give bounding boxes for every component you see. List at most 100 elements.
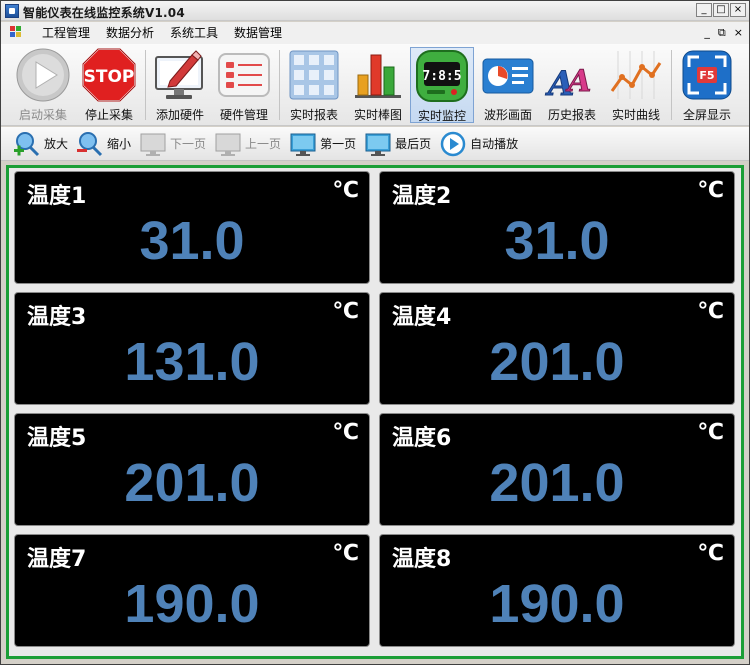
first-page-button[interactable]: 第一页 [289, 129, 356, 159]
meter-unit: ℃ [697, 420, 724, 445]
realtime-bar-button[interactable]: 实时棒图 [347, 47, 409, 123]
stop-capture-button[interactable]: STOP 停止采集 [77, 47, 141, 123]
start-capture-label: 启动采集 [18, 108, 67, 122]
zoom-out-button[interactable]: 缩小 [76, 129, 131, 159]
realtime-curve-label: 实时曲线 [611, 108, 660, 122]
meter-value: 31.0 [504, 211, 610, 271]
app-window: 智能仪表在线监控系统V1.04 _ □ × 工程管理 数据分析 系统工具 数据管… [0, 0, 750, 665]
realtime-report-label: 实时报表 [289, 108, 338, 122]
meter-name: 温度1 [27, 184, 87, 209]
prev-page-label: 上一页 [245, 137, 282, 151]
toolbar-separator [279, 50, 280, 120]
meter-unit: ℃ [332, 299, 359, 324]
realtime-report-button[interactable]: 实时报表 [283, 47, 345, 123]
close-button[interactable]: × [730, 3, 746, 17]
prev-page-button[interactable]: 上一页 [214, 129, 281, 159]
zoom-in-button[interactable]: 放大 [13, 129, 68, 159]
meter-name: 温度2 [392, 184, 452, 209]
zoom-out-icon [76, 130, 104, 158]
meter-name: 温度4 [392, 305, 452, 330]
meter-tile[interactable]: 温度3 ℃ 131.0 [14, 292, 370, 405]
menu-bar: 工程管理 数据分析 系统工具 数据管理 _ ⧉ × [1, 22, 749, 44]
svg-text:A: A [565, 64, 591, 99]
waveform-label: 波形画面 [483, 108, 532, 122]
history-report-label: 历史报表 [547, 108, 596, 122]
meter-value: 190.0 [489, 574, 625, 634]
meter-value: 201.0 [124, 453, 260, 513]
meter-tile[interactable]: 温度2 ℃ 31.0 [379, 171, 735, 284]
list-manage-icon [216, 47, 272, 103]
meter-value: 190.0 [124, 574, 260, 634]
screen-icon [139, 130, 167, 158]
maximize-button[interactable]: □ [713, 3, 729, 17]
monitor-pencil-icon [152, 47, 208, 103]
meter-tile[interactable]: 温度5 ℃ 201.0 [14, 413, 370, 526]
meter-unit: ℃ [332, 541, 359, 566]
play-circle-icon [439, 130, 467, 158]
meter-value: 201.0 [489, 453, 625, 513]
toolbar-separator [671, 50, 672, 120]
meter-tile[interactable]: 温度1 ℃ 31.0 [14, 171, 370, 284]
mdi-close-button[interactable]: × [734, 26, 743, 40]
play-icon [15, 47, 71, 103]
next-page-button[interactable]: 下一页 [139, 129, 206, 159]
meter-name: 温度7 [27, 547, 87, 572]
minimize-button[interactable]: _ [696, 3, 712, 17]
mdi-restore-button[interactable]: ⧉ [718, 26, 726, 40]
meter-value: 31.0 [139, 211, 245, 271]
zoom-out-label: 缩小 [107, 137, 132, 151]
stop-sign-icon: STOP [81, 47, 137, 103]
meter-name: 温度5 [27, 426, 87, 451]
meter-tile[interactable]: 温度7 ℃ 190.0 [14, 534, 370, 647]
stop-capture-label: 停止采集 [84, 108, 133, 122]
meter-tile[interactable]: 温度8 ℃ 190.0 [379, 534, 735, 647]
fullscreen-button[interactable]: F5 全屏显示 [675, 47, 739, 123]
zoom-in-icon [13, 130, 41, 158]
screen-icon [289, 130, 317, 158]
window-title: 智能仪表在线监控系统V1.04 [23, 6, 185, 20]
meter-unit: ℃ [332, 178, 359, 203]
meter-icon-text: 7:8:5 [422, 69, 461, 84]
realtime-monitor-button[interactable]: 7:8:5 实时监控 [410, 47, 474, 123]
menu-analysis[interactable]: 数据分析 [98, 22, 162, 44]
fullscreen-icon: F5 [679, 47, 735, 103]
waveform-button[interactable]: 波形画面 [477, 47, 539, 123]
hardware-manage-label: 硬件管理 [219, 108, 268, 122]
meter-tile[interactable]: 温度6 ℃ 201.0 [379, 413, 735, 526]
fullscreen-icon-text: F5 [699, 69, 714, 82]
monitor-panel: 温度1 ℃ 31.0 温度2 ℃ 31.0 温度3 ℃ 131.0 温度4 ℃ … [6, 165, 744, 659]
title-bar: 智能仪表在线监控系统V1.04 _ □ × [1, 1, 749, 21]
dashboard-icon [480, 47, 536, 103]
menu-data[interactable]: 数据管理 [226, 22, 290, 44]
hardware-manage-button[interactable]: 硬件管理 [213, 47, 275, 123]
meter-tile[interactable]: 温度4 ℃ 201.0 [379, 292, 735, 405]
last-page-button[interactable]: 最后页 [364, 129, 431, 159]
main-toolbar: 启动采集 STOP 停止采集 添加硬件 硬件管理 实时报表 实时棒图 7:8:5… [1, 44, 749, 126]
screen-icon [364, 130, 392, 158]
autoplay-button[interactable]: 自动播放 [439, 129, 518, 159]
menu-tools[interactable]: 系统工具 [162, 22, 226, 44]
mdi-app-icon[interactable] [10, 26, 24, 40]
next-page-label: 下一页 [170, 137, 207, 151]
meter-value: 201.0 [489, 332, 625, 392]
bar-chart-icon [350, 47, 406, 103]
screen-icon [214, 130, 242, 158]
history-report-button[interactable]: A A 历史报表 [541, 47, 603, 123]
digital-meter-icon: 7:8:5 [414, 48, 470, 104]
add-hardware-button[interactable]: 添加硬件 [149, 47, 211, 123]
zoom-in-label: 放大 [44, 137, 69, 151]
meter-unit: ℃ [697, 178, 724, 203]
meter-unit: ℃ [697, 541, 724, 566]
realtime-bar-label: 实时棒图 [353, 108, 402, 122]
start-capture-button[interactable]: 启动采集 [11, 47, 75, 123]
autoplay-label: 自动播放 [470, 137, 519, 151]
font-aa-icon: A A [544, 47, 600, 105]
meter-name: 温度8 [392, 547, 452, 572]
meter-unit: ℃ [697, 299, 724, 324]
menu-project[interactable]: 工程管理 [34, 22, 98, 44]
mdi-minimize-button[interactable]: _ [704, 26, 710, 40]
app-icon[interactable] [5, 4, 19, 18]
stop-sign-text: STOP [84, 67, 135, 87]
meter-name: 温度6 [392, 426, 452, 451]
realtime-curve-button[interactable]: 实时曲线 [605, 47, 667, 123]
